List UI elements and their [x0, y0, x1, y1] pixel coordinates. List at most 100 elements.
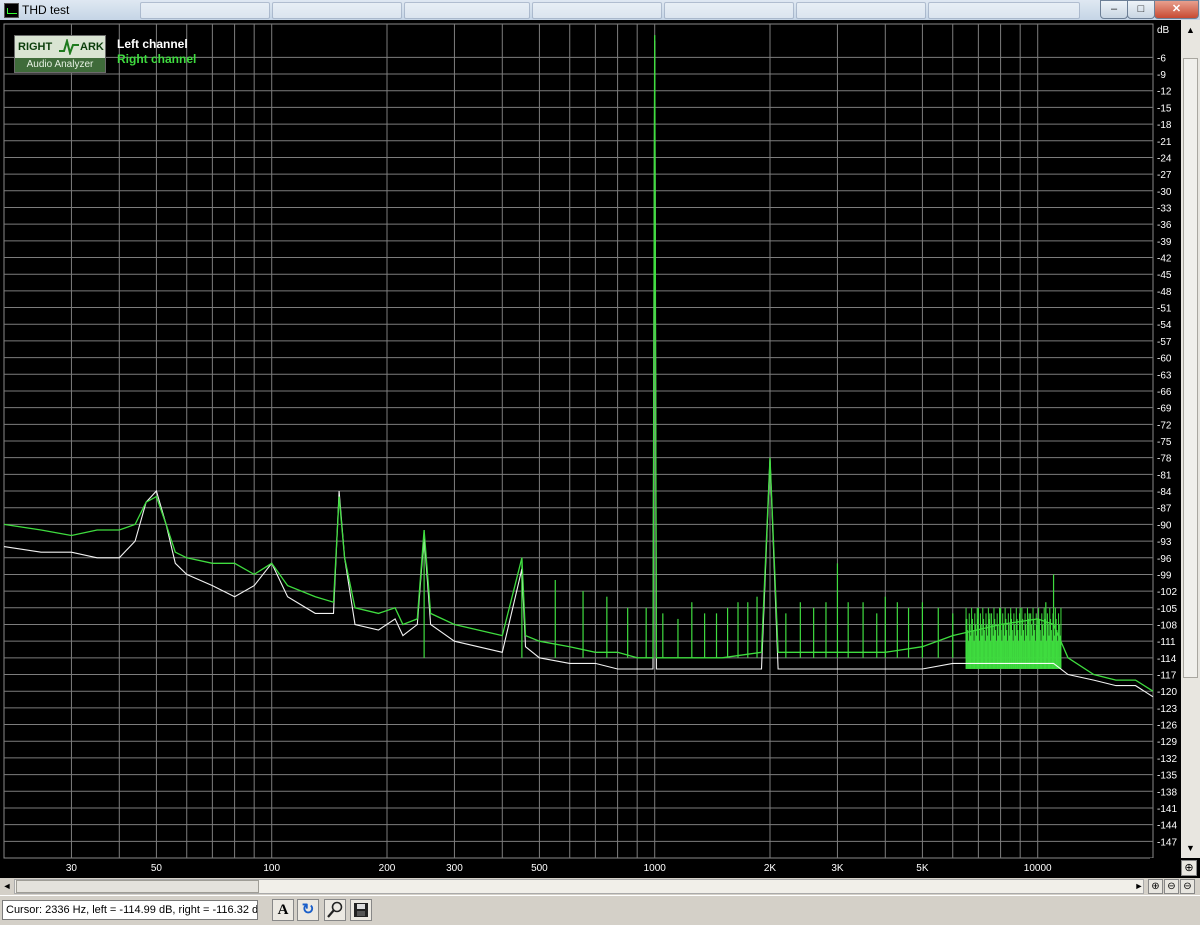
x-tick-label: 100	[263, 863, 280, 874]
y-tick-label: -96	[1157, 554, 1172, 565]
refresh-button[interactable]: ↻	[297, 899, 319, 921]
y-tick-label: -33	[1157, 203, 1172, 214]
x-tick-label: 2K	[764, 863, 777, 874]
y-tick-label: -15	[1157, 103, 1172, 114]
x-tick-label: 3K	[831, 863, 844, 874]
y-tick-label: -9	[1157, 70, 1166, 81]
vertical-zoom-in-icon[interactable]: ⊕	[1181, 860, 1197, 876]
scroll-up-arrow-icon[interactable]: ▲	[1182, 22, 1199, 38]
taskbar-tab	[404, 2, 530, 19]
logo-top: RIGHT ARK	[15, 36, 105, 58]
y-tick-label: -147	[1157, 837, 1177, 848]
x-tick-label: 1000	[644, 863, 667, 874]
zoom-out-icon[interactable]: ⊖	[1164, 879, 1179, 894]
taskbar-tab	[796, 2, 926, 19]
series-line-right	[3, 35, 1154, 692]
y-tick-label: -66	[1157, 387, 1172, 398]
logo-text-ark: ARK	[80, 41, 104, 53]
y-tick-label: -126	[1157, 721, 1177, 732]
y-tick-label: -108	[1157, 620, 1177, 631]
x-tick-label: 30	[66, 863, 78, 874]
y-tick-label: -69	[1157, 404, 1172, 415]
y-tick-label: -51	[1157, 304, 1172, 315]
y-tick-label: -102	[1157, 587, 1177, 598]
y-tick-label: -72	[1157, 420, 1172, 431]
y-tick-label: -120	[1157, 687, 1177, 698]
y-tick-label: -45	[1157, 270, 1172, 281]
y-tick-label: -54	[1157, 320, 1172, 331]
y-tick-label: -129	[1157, 737, 1177, 748]
scroll-left-arrow-icon[interactable]: ◄	[0, 878, 14, 895]
y-tick-label: -87	[1157, 504, 1172, 515]
y-tick-label: -144	[1157, 821, 1177, 832]
y-tick-label: -63	[1157, 370, 1172, 381]
y-tick-label: -60	[1157, 354, 1172, 365]
cursor-readout: Cursor: 2336 Hz, left = -114.99 dB, righ…	[2, 900, 258, 920]
minimize-button[interactable]: –	[1100, 0, 1128, 19]
y-tick-label: -123	[1157, 704, 1177, 715]
y-tick-label: -75	[1157, 437, 1172, 448]
scroll-right-arrow-icon[interactable]: ►	[1132, 878, 1146, 895]
horizontal-scroll-thumb[interactable]	[16, 880, 259, 893]
taskbar-tab	[928, 2, 1080, 19]
y-tick-label: -36	[1157, 220, 1172, 231]
zoom-reset-icon[interactable]: ⊖	[1180, 879, 1195, 894]
y-tick-label: -141	[1157, 804, 1177, 815]
y-tick-label: -30	[1157, 187, 1172, 198]
horizontal-scrollbar[interactable]: ◄ ►	[0, 878, 1200, 895]
y-tick-label: -132	[1157, 754, 1177, 765]
vertical-scroll-thumb[interactable]	[1183, 58, 1198, 678]
x-tick-label: 5K	[916, 863, 929, 874]
y-tick-label: -138	[1157, 787, 1177, 798]
status-bar: Cursor: 2336 Hz, left = -114.99 dB, righ…	[0, 895, 1200, 924]
y-tick-label: -81	[1157, 470, 1172, 481]
y-unit-label: dB	[1157, 25, 1170, 36]
legend-left-channel: Left channel	[117, 37, 188, 51]
y-tick-label: -84	[1157, 487, 1172, 498]
title-bar: THD test – □ ✕	[0, 0, 1200, 21]
text-tool-button[interactable]: A	[272, 899, 294, 921]
y-tick-label: -117	[1157, 671, 1177, 682]
scroll-down-arrow-icon[interactable]: ▼	[1182, 840, 1199, 856]
y-tick-label: -135	[1157, 771, 1177, 782]
y-tick-label: -48	[1157, 287, 1172, 298]
vertical-scrollbar[interactable]: ▲ ▼	[1181, 20, 1200, 858]
y-tick-label: -6	[1157, 53, 1166, 64]
y-tick-label: -42	[1157, 254, 1172, 265]
spectrum-plot[interactable]: dB -6 -9 -12 -15 -18 -21 -24 -27 -30 -33 -36 -39 -42 -…	[0, 20, 1200, 878]
y-tick-label: -93	[1157, 537, 1172, 548]
logo-wave-icon	[59, 39, 79, 55]
window-title: THD test	[22, 3, 70, 17]
magnifier-icon	[327, 901, 343, 918]
logo-text-right: RIGHT	[18, 41, 53, 53]
close-button[interactable]: ✕	[1154, 0, 1199, 19]
app-icon[interactable]	[4, 3, 19, 18]
spectrum-chart: dB -6 -9 -12 -15 -18 -21 -24 -27 -30 -33 -36 -39 -42 -…	[3, 23, 1177, 874]
maximize-button[interactable]: □	[1127, 0, 1155, 19]
y-tick-label: -105	[1157, 604, 1177, 615]
taskbar-tab	[532, 2, 662, 19]
search-tool-button[interactable]	[324, 899, 346, 921]
series-line-left	[3, 40, 1154, 698]
x-tick-label: 500	[531, 863, 548, 874]
y-tick-label: -27	[1157, 170, 1172, 181]
x-tick-label: 50	[151, 863, 163, 874]
taskbar-tab	[272, 2, 402, 19]
y-tick-label: -57	[1157, 337, 1172, 348]
x-tick-label: 10000	[1024, 863, 1052, 874]
save-button[interactable]	[350, 899, 372, 921]
y-tick-label: -18	[1157, 120, 1172, 131]
y-tick-label: -99	[1157, 570, 1172, 581]
zoom-in-icon[interactable]: ⊕	[1148, 879, 1163, 894]
y-tick-label: -39	[1157, 237, 1172, 248]
x-tick-label: 200	[379, 863, 396, 874]
y-tick-label: -114	[1157, 654, 1177, 665]
taskbar-tab	[140, 2, 270, 19]
y-tick-label: -111	[1157, 637, 1176, 648]
x-tick-label: 300	[446, 863, 463, 874]
floppy-disk-icon	[354, 903, 368, 917]
y-tick-label: -24	[1157, 153, 1172, 164]
y-tick-label: -78	[1157, 454, 1172, 465]
legend-right-channel: Right channel	[117, 52, 197, 66]
taskbar-tab	[664, 2, 794, 19]
